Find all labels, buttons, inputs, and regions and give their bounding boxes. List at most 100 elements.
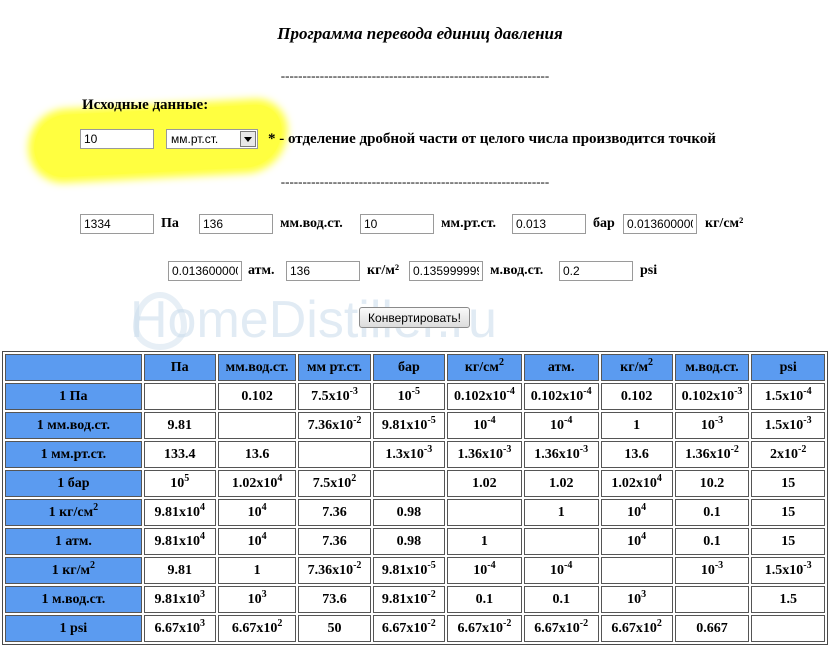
cell-exponent: -4	[564, 414, 573, 426]
cell-exponent: -2	[353, 559, 362, 571]
cell-exponent: 3	[261, 588, 267, 600]
cell-exponent: -3	[579, 443, 589, 455]
table-cell	[751, 615, 825, 642]
separator-top: ----------------------------------------…	[280, 68, 550, 83]
table-cell: 13.6	[600, 441, 673, 468]
cell-text: 0.102x10	[530, 388, 584, 404]
cell-text: 2x10	[770, 446, 799, 462]
table-cell: 9.81	[143, 412, 216, 439]
cell-exponent: -4	[564, 559, 573, 571]
source-unit-select[interactable]: мм.рт.ст.	[166, 129, 258, 149]
cell-text: 1.36x10	[685, 446, 731, 462]
result-mmh2o-input[interactable]	[199, 214, 273, 234]
cell-exponent: -3	[734, 385, 743, 397]
cell-text: 1 кг/см	[48, 504, 94, 520]
table-cell: 0.102x10-3	[674, 383, 750, 410]
cell-text: 6.67x10	[154, 620, 201, 636]
table-cell: 0.102	[217, 383, 297, 410]
table-row: 1 psi 6.67x103 6.67x102 50 6.67x10-2 6.67x10-…	[5, 615, 825, 642]
result-mmhg-input[interactable]	[360, 214, 434, 234]
cell-text: 0.98	[396, 504, 422, 520]
table-cell: 1.02x104	[217, 470, 297, 497]
cell-exponent: -2	[502, 617, 512, 629]
row-header-cell: 1 кг/см2	[5, 499, 142, 526]
table-cell: 1	[523, 499, 599, 526]
cell-exponent: -3	[502, 443, 512, 455]
table-cell: 133.4	[143, 441, 216, 468]
cell-exponent: 4	[656, 472, 662, 484]
table-cell: 0.667	[674, 615, 750, 642]
result-pa-unit: Па	[161, 216, 179, 231]
result-psi-input[interactable]	[559, 261, 633, 281]
cell-text: 7.36x10	[307, 562, 354, 578]
conversion-table: Па мм.вод.ст. мм рт.ст. бар кг/см2 атм. кг/м2 м…	[2, 351, 828, 645]
table-cell: 1.36x10-3	[447, 441, 522, 468]
table-cell: 9.81x10-5	[372, 412, 446, 439]
cell-text: мм рт.ст.	[307, 359, 363, 375]
cell-exponent: 2	[656, 617, 662, 629]
cell-text: 13.6	[244, 446, 270, 462]
table-header-row: Па мм.вод.ст. мм рт.ст. бар кг/см2 атм. кг/м2 м…	[5, 354, 825, 381]
cell-text: 10	[627, 591, 642, 607]
table-cell: 7.36x10-2	[298, 412, 371, 439]
table-header-cell: psi	[751, 354, 825, 381]
page-title: Программа перевода единиц давления	[277, 24, 563, 43]
result-pa-input[interactable]	[80, 214, 154, 234]
cell-text: 0.1	[475, 591, 494, 607]
result-atm-input[interactable]	[168, 261, 242, 281]
convert-button[interactable]: Конвертировать!	[359, 307, 470, 328]
table-cell	[447, 499, 522, 526]
table-header-cell: мм.вод.ст.	[217, 354, 297, 381]
table-cell: 9.81x10-5	[372, 557, 446, 584]
table-cell: 104	[217, 499, 297, 526]
table-cell: 9.81x104	[143, 528, 216, 555]
cell-text: атм.	[547, 359, 575, 375]
result-mh2o-input[interactable]	[409, 261, 483, 281]
source-value-input[interactable]	[80, 129, 154, 149]
cell-text: 15	[781, 533, 796, 549]
row-header-cell: 1 Па	[5, 383, 142, 410]
cell-text: 1 Па	[59, 388, 88, 404]
table-cell: 0.98	[372, 499, 446, 526]
row-header-cell: 1 м.вод.ст.	[5, 586, 142, 613]
result-bar-input[interactable]	[512, 214, 586, 234]
cell-exponent: 4	[261, 530, 267, 542]
table-header-cell: атм.	[523, 354, 599, 381]
cell-text: 10	[627, 533, 642, 549]
row-header-cell: 1 атм.	[5, 528, 142, 555]
row-header-cell: 1 psi	[5, 615, 142, 642]
table-cell: 10-4	[523, 412, 599, 439]
table-cell: 7.36	[298, 499, 371, 526]
result-psi-unit: psi	[640, 263, 658, 278]
cell-exponent: -5	[411, 385, 421, 397]
result-kgcm2-input[interactable]	[623, 214, 697, 234]
table-cell: 0.1	[674, 499, 750, 526]
decimal-note: * - отделение дробной части от целого чи…	[268, 131, 716, 147]
table-cell: 6.67x10-2	[523, 615, 599, 642]
table-cell: 6.67x10-2	[372, 615, 446, 642]
cell-exponent: -2	[427, 617, 436, 629]
cell-text: кг/м	[620, 359, 649, 375]
cell-text: psi	[779, 359, 797, 375]
cell-text: 9.81x10	[154, 591, 201, 607]
chevron-down-icon[interactable]	[240, 131, 256, 147]
table-row: 1 Па 0.102 7.5x10-3 10-5 0.102x10-4 0.102x10-…	[5, 383, 825, 410]
table-cell: 0.98	[372, 528, 446, 555]
table-cell: 9.81x104	[143, 499, 216, 526]
cell-exponent: -4	[487, 414, 496, 426]
cell-text: 7.5x10	[311, 388, 350, 404]
cell-exponent: 2	[90, 559, 96, 571]
table-row: 1 мм.рт.ст. 133.4 13.6 1.3x10-3 1.36x10-3 1.3…	[5, 441, 825, 468]
table-cell: 73.6	[298, 586, 371, 613]
cell-exponent: 5	[184, 472, 190, 484]
result-kgm2-input[interactable]	[286, 261, 360, 281]
table-cell: 2x10-2	[751, 441, 825, 468]
table-cell: 9.81x103	[143, 586, 216, 613]
table-cell: 10-4	[523, 557, 599, 584]
table-cell	[298, 441, 371, 468]
table-cell: 10-3	[674, 557, 750, 584]
cell-text: 1.5	[779, 591, 797, 607]
cell-text: 9.81	[167, 417, 193, 433]
cell-exponent: -2	[798, 443, 807, 455]
cell-text: 6.67x10	[534, 620, 580, 636]
